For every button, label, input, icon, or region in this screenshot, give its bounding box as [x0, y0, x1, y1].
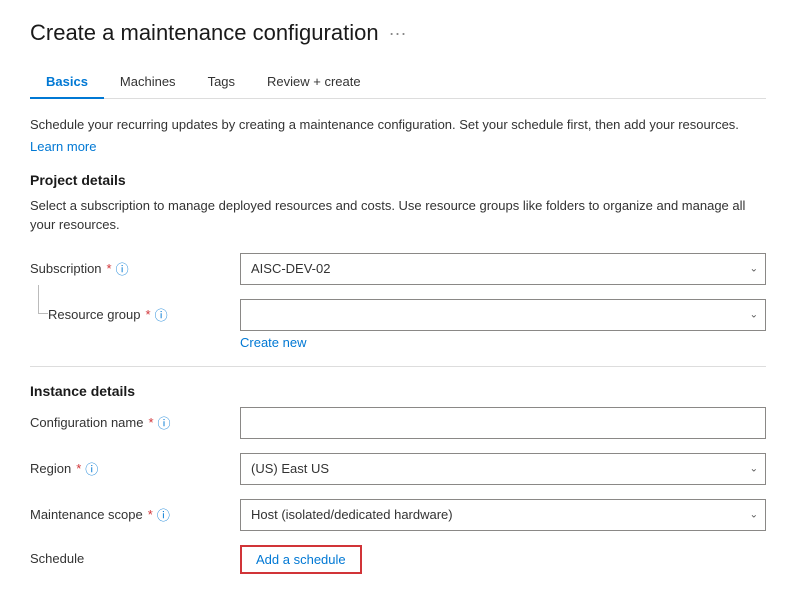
region-control: (US) East US ⌄ — [240, 453, 766, 485]
tab-review-create[interactable]: Review + create — [251, 66, 377, 99]
region-select-wrapper: (US) East US ⌄ — [240, 453, 766, 485]
project-details-title: Project details — [30, 172, 766, 188]
instance-details-section: Instance details Configuration name * ⓘ … — [30, 383, 766, 574]
project-details-description: Select a subscription to manage deployed… — [30, 196, 766, 235]
subscription-control: AISC-DEV-02 ⌄ — [240, 253, 766, 285]
schedule-row: Schedule Add a schedule — [30, 545, 766, 574]
schedule-label: Schedule — [30, 551, 84, 566]
page-title: Create a maintenance configuration — [30, 20, 379, 46]
project-details-section: Project details Select a subscription to… — [30, 172, 766, 350]
tab-basics[interactable]: Basics — [30, 66, 104, 99]
maintenance-scope-info-icon[interactable]: ⓘ — [157, 505, 170, 524]
resource-group-required: * — [146, 307, 151, 322]
configuration-name-control — [240, 407, 766, 439]
maintenance-scope-select[interactable]: Host (isolated/dedicated hardware) — [240, 499, 766, 531]
page-title-area: Create a maintenance configuration ··· — [30, 20, 766, 46]
region-label: Region — [30, 461, 71, 476]
resource-group-control: ⌄ Create new — [240, 299, 766, 350]
section-divider — [30, 366, 766, 367]
region-select[interactable]: (US) East US — [240, 453, 766, 485]
configuration-name-row: Configuration name * ⓘ — [30, 407, 766, 439]
region-row: Region * ⓘ (US) East US ⌄ — [30, 453, 766, 485]
configuration-name-label-col: Configuration name * ⓘ — [30, 407, 230, 432]
schedule-control: Add a schedule — [240, 545, 766, 574]
schedule-label-col: Schedule — [30, 545, 230, 566]
create-new-link[interactable]: Create new — [240, 335, 306, 350]
resource-group-label-col: Resource group * ⓘ — [30, 299, 230, 324]
page-container: Create a maintenance configuration ··· B… — [30, 20, 766, 574]
configuration-name-info-icon[interactable]: ⓘ — [158, 413, 171, 432]
region-info-icon[interactable]: ⓘ — [85, 459, 98, 478]
resource-group-label: Resource group — [48, 307, 141, 322]
subscription-label: Subscription — [30, 261, 102, 276]
tab-bar: Basics Machines Tags Review + create — [30, 66, 766, 99]
maintenance-scope-control: Host (isolated/dedicated hardware) ⌄ — [240, 499, 766, 531]
region-label-col: Region * ⓘ — [30, 453, 230, 478]
maintenance-scope-required: * — [148, 507, 153, 522]
subscription-info-icon[interactable]: ⓘ — [116, 259, 129, 278]
subscription-row: Subscription * ⓘ AISC-DEV-02 ⌄ — [30, 253, 766, 285]
region-required: * — [76, 461, 81, 476]
configuration-name-input[interactable] — [240, 407, 766, 439]
ellipsis-menu-icon[interactable]: ··· — [389, 23, 407, 44]
subscription-required: * — [107, 261, 112, 276]
maintenance-scope-label-col: Maintenance scope * ⓘ — [30, 499, 230, 524]
add-schedule-button[interactable]: Add a schedule — [240, 545, 362, 574]
configuration-name-label: Configuration name — [30, 415, 143, 430]
maintenance-scope-label: Maintenance scope — [30, 507, 143, 522]
maintenance-scope-select-wrapper: Host (isolated/dedicated hardware) ⌄ — [240, 499, 766, 531]
subscription-select-wrapper: AISC-DEV-02 ⌄ — [240, 253, 766, 285]
tab-machines[interactable]: Machines — [104, 66, 192, 99]
learn-more-link[interactable]: Learn more — [30, 139, 96, 154]
instance-details-title: Instance details — [30, 383, 766, 399]
tab-tags[interactable]: Tags — [192, 66, 251, 99]
configuration-name-required: * — [148, 415, 153, 430]
basics-description: Schedule your recurring updates by creat… — [30, 115, 766, 135]
resource-group-info-icon[interactable]: ⓘ — [155, 305, 168, 324]
subscription-select[interactable]: AISC-DEV-02 — [240, 253, 766, 285]
maintenance-scope-row: Maintenance scope * ⓘ Host (isolated/ded… — [30, 499, 766, 531]
resource-group-select-wrapper: ⌄ — [240, 299, 766, 331]
subscription-label-col: Subscription * ⓘ — [30, 253, 230, 278]
resource-group-row: Resource group * ⓘ ⌄ Create new — [30, 299, 766, 350]
resource-group-select[interactable] — [240, 299, 766, 331]
